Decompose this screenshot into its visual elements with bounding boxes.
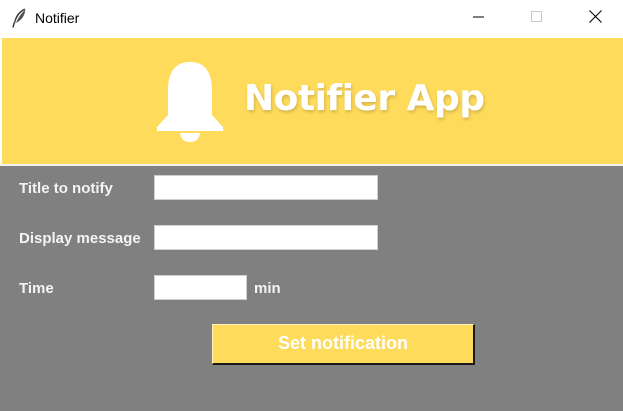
maximize-icon xyxy=(531,10,543,28)
feather-icon xyxy=(12,8,26,28)
maximize-button[interactable] xyxy=(508,0,566,37)
set-notification-label: Set notification xyxy=(278,332,408,353)
notifier-window: Notifier Notifier App Title to notify Di… xyxy=(0,0,623,411)
minimize-button[interactable] xyxy=(450,0,508,37)
close-button[interactable] xyxy=(566,0,623,37)
header-banner: Notifier App xyxy=(2,38,623,164)
close-icon xyxy=(588,9,602,28)
notification-form: Title to notify Display message Time min… xyxy=(0,166,623,411)
minimize-icon xyxy=(473,10,485,28)
bell-icon xyxy=(156,61,224,143)
title-input[interactable] xyxy=(154,175,378,200)
set-notification-button[interactable]: Set notification xyxy=(212,324,475,365)
time-input[interactable] xyxy=(154,275,247,300)
message-label: Display message xyxy=(19,230,141,247)
app-title: Notifier App xyxy=(244,78,485,119)
time-label: Time xyxy=(19,280,54,297)
time-unit-label: min xyxy=(254,280,281,297)
title-bar[interactable]: Notifier xyxy=(0,0,623,37)
title-label: Title to notify xyxy=(19,180,113,197)
window-title: Notifier xyxy=(35,10,80,26)
message-input[interactable] xyxy=(154,225,378,250)
